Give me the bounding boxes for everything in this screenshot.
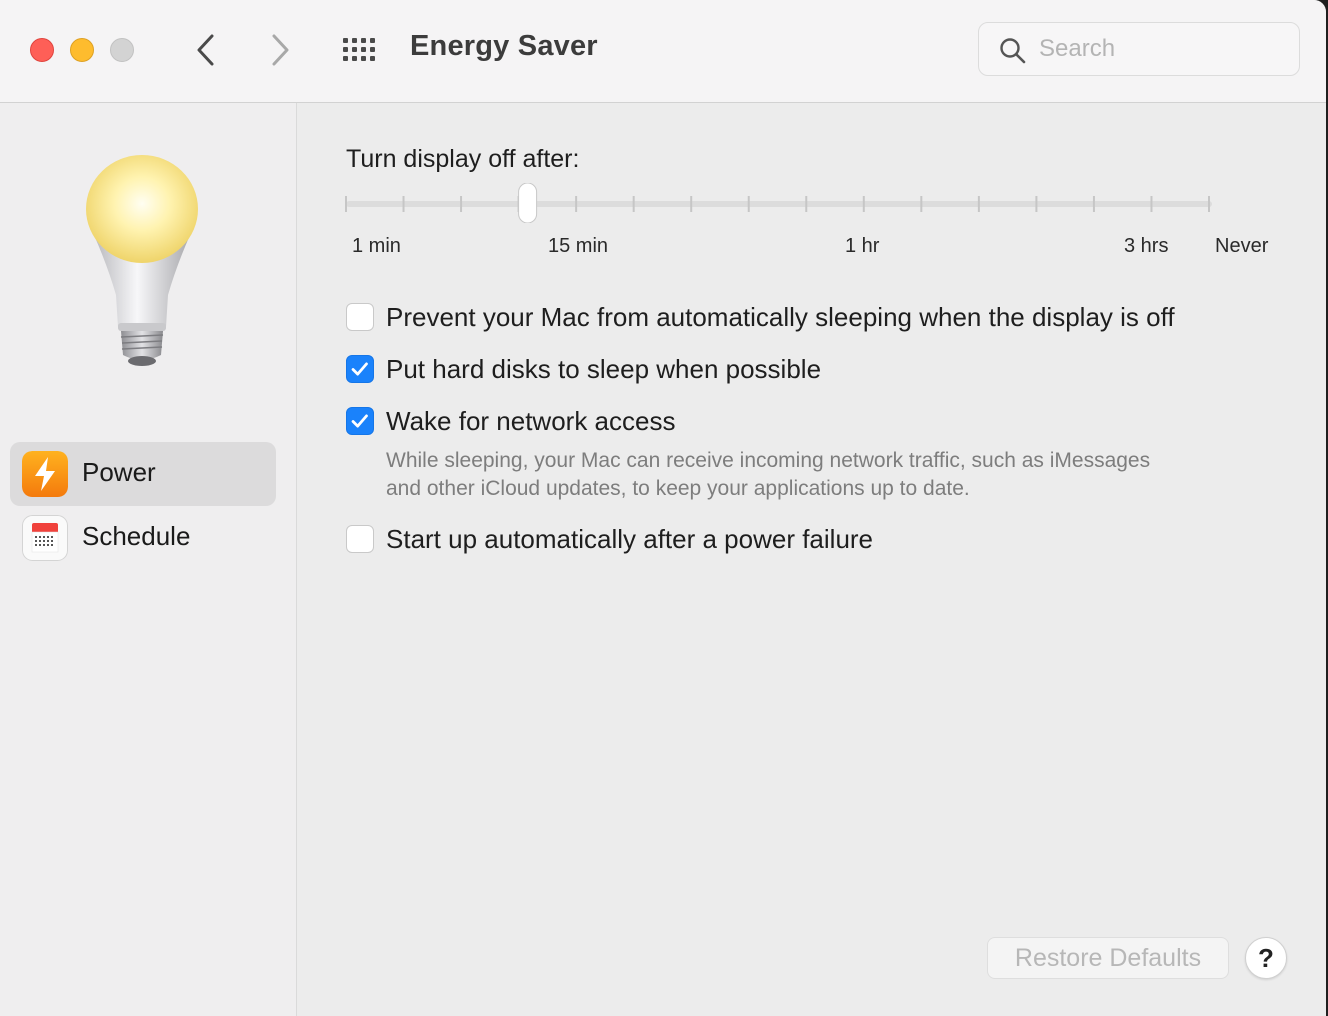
- wake-network-checkbox[interactable]: [346, 407, 374, 435]
- checkmark-icon: [351, 362, 368, 376]
- search-field[interactable]: [978, 22, 1300, 76]
- display-sleep-slider[interactable]: [343, 183, 1215, 223]
- sidebar-item-label: Power: [82, 457, 156, 487]
- chevron-left-icon: [197, 34, 214, 66]
- title-bar: Energy Saver: [0, 0, 1326, 103]
- tick-label-never: Never: [1215, 235, 1269, 257]
- close-button[interactable]: [30, 38, 54, 62]
- hard-disk-sleep-checkbox[interactable]: [346, 355, 374, 383]
- light-bulb-icon: [86, 155, 198, 366]
- sidebar-item-label: Schedule: [82, 521, 191, 551]
- energy-saver-window: Energy Saver Search Power Schedule Turn …: [0, 0, 1326, 1016]
- startup-after-power-failure-checkbox[interactable]: [346, 525, 374, 553]
- minimize-button[interactable]: [70, 38, 94, 62]
- wake-hint-line-1: While sleeping, your Mac can receive inc…: [386, 449, 1151, 472]
- wake-network-description: While sleeping, your Mac can receive inc…: [386, 447, 1286, 503]
- sidebar: Power Schedule: [0, 103, 297, 1016]
- display-sleep-label: Turn display off after:: [346, 145, 580, 173]
- show-all-button[interactable]: [340, 34, 382, 66]
- startup-after-power-failure-label[interactable]: Start up automatically after a power fai…: [386, 524, 873, 555]
- sidebar-item-power[interactable]: Power: [10, 442, 276, 506]
- slider-knob[interactable]: [518, 183, 538, 223]
- main-panel: Turn display off after: 1 min 15 min 1 h…: [297, 103, 1326, 1016]
- tick-label-1-min: 1 min: [352, 235, 401, 257]
- search-icon: [1000, 38, 1026, 64]
- lightning-bolt-icon: [22, 451, 68, 497]
- chevron-right-icon: [272, 34, 289, 66]
- prevent-sleep-checkbox[interactable]: [346, 303, 374, 331]
- forward-button[interactable]: [260, 28, 300, 72]
- help-button[interactable]: ?: [1245, 937, 1287, 979]
- tick-label-15-min: 15 min: [548, 235, 609, 257]
- window-title: Energy Saver: [410, 30, 598, 62]
- zoom-button[interactable]: [110, 38, 134, 62]
- sidebar-item-schedule[interactable]: Schedule: [10, 506, 276, 570]
- back-button[interactable]: [186, 28, 226, 72]
- show-all-grid-icon: [343, 38, 375, 61]
- wake-hint-line-2: and other iCloud updates, to keep your a…: [386, 477, 970, 500]
- checkmark-icon: [351, 414, 368, 428]
- calendar-icon: [22, 515, 68, 561]
- hard-disk-sleep-label[interactable]: Put hard disks to sleep when possible: [386, 354, 821, 385]
- search-input[interactable]: [1039, 23, 1289, 75]
- prevent-sleep-label[interactable]: Prevent your Mac from automatically slee…: [386, 302, 1175, 333]
- tick-label-1-hr: 1 hr: [845, 235, 880, 257]
- wake-network-label[interactable]: Wake for network access: [386, 406, 675, 437]
- tick-label-3-hrs: 3 hrs: [1124, 235, 1169, 257]
- restore-defaults-button[interactable]: Restore Defaults: [987, 937, 1229, 979]
